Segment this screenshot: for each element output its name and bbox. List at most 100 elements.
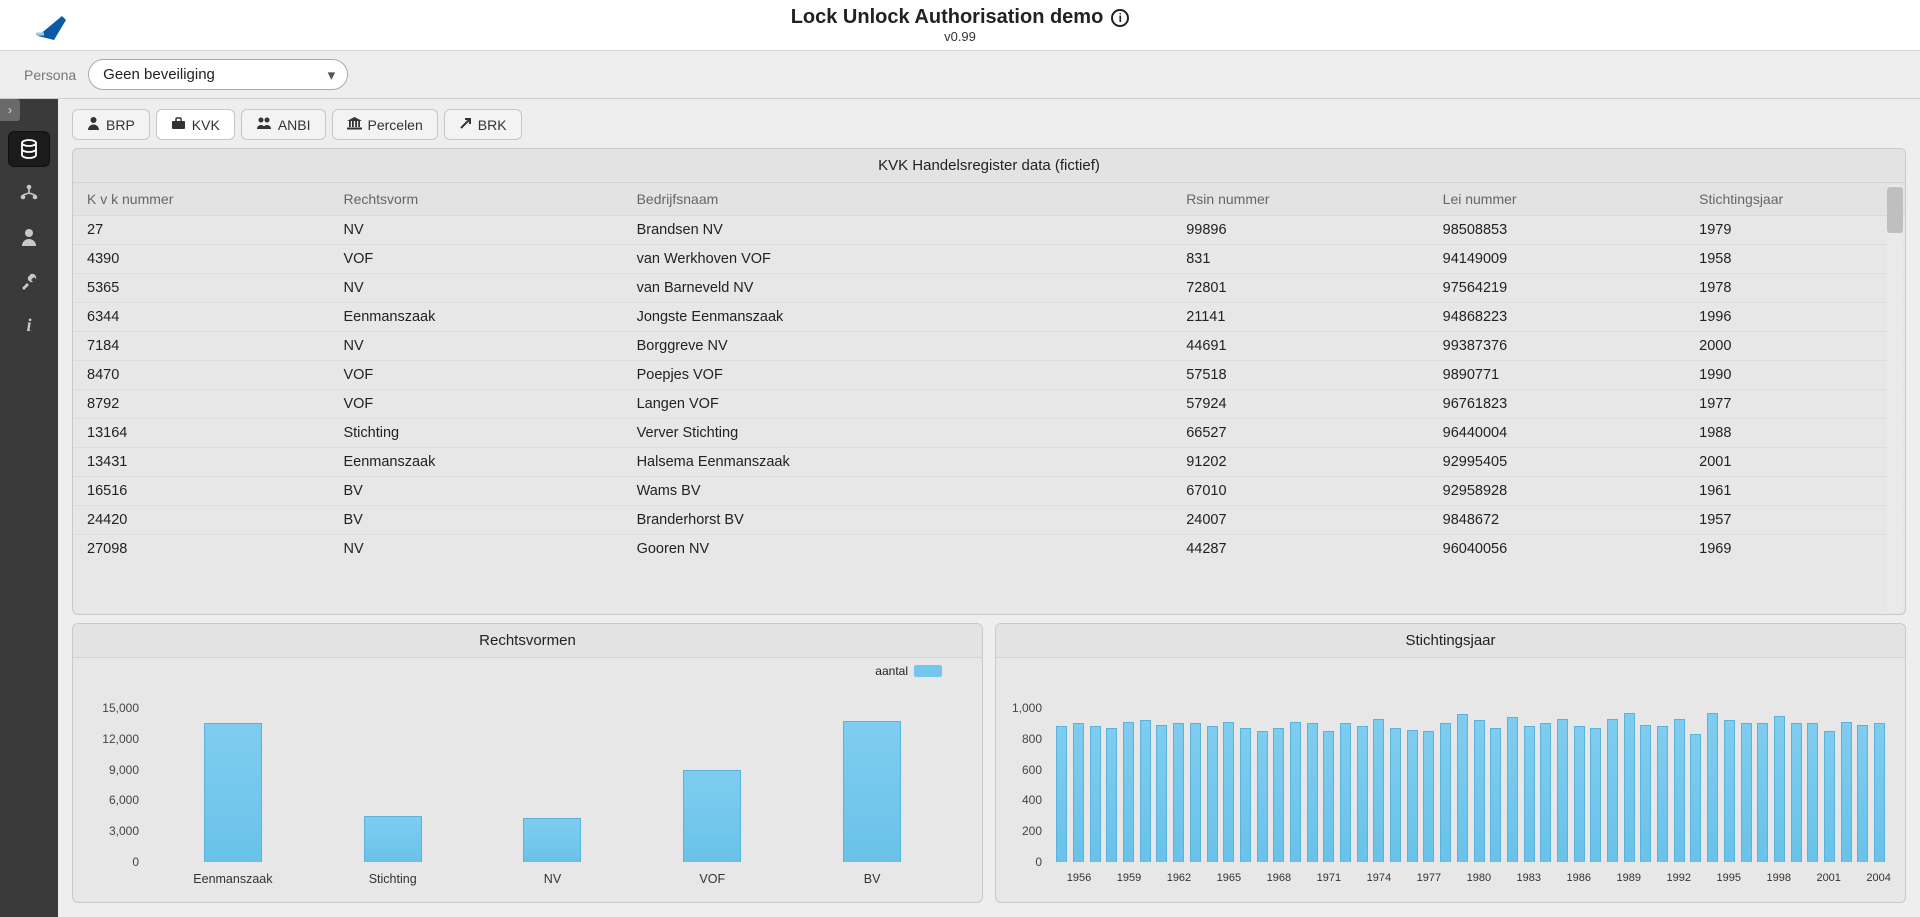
x-tick: 1959 [1117, 872, 1141, 884]
sidebar-item-org-icon[interactable] [8, 175, 50, 211]
bar[interactable] [683, 770, 741, 862]
table-cell: 92995405 [1429, 448, 1685, 477]
bar[interactable] [1340, 723, 1351, 862]
bar[interactable] [1223, 722, 1234, 862]
table-cell: 57518 [1172, 361, 1428, 390]
persona-select[interactable]: Geen beveiliging [88, 59, 348, 90]
col-header[interactable]: K v k nummer [73, 183, 329, 216]
bar[interactable] [1640, 725, 1651, 862]
bar[interactable] [1457, 714, 1468, 862]
table-scrollbar[interactable] [1887, 185, 1903, 612]
bar[interactable] [1407, 730, 1418, 862]
bar[interactable] [364, 816, 422, 862]
bar-slot [1104, 708, 1120, 862]
table-row[interactable]: 7184NVBorggreve NV44691993873762000 [73, 332, 1905, 361]
bar[interactable] [1557, 719, 1568, 862]
info-icon[interactable]: i [1111, 9, 1129, 27]
bar[interactable] [1807, 723, 1818, 862]
bar[interactable] [523, 818, 581, 862]
bar-slot [1655, 708, 1671, 862]
tabs: BRPKVKANBIPercelenBRK [72, 109, 1906, 140]
col-header[interactable]: Lei nummer [1429, 183, 1685, 216]
tab-kvk[interactable]: KVK [156, 109, 235, 140]
bar[interactable] [1741, 723, 1752, 862]
table-cell: 44691 [1172, 332, 1428, 361]
bar[interactable] [1574, 726, 1585, 862]
bar[interactable] [1624, 713, 1635, 862]
bar[interactable] [1841, 722, 1852, 862]
col-header[interactable]: Rsin nummer [1172, 183, 1428, 216]
bar[interactable] [1056, 726, 1067, 862]
bar[interactable] [1173, 723, 1184, 862]
bar[interactable] [1090, 726, 1101, 862]
bar[interactable] [1707, 713, 1718, 862]
bar[interactable] [1307, 723, 1318, 862]
bar[interactable] [1257, 731, 1268, 862]
bar[interactable] [1791, 723, 1802, 862]
bar[interactable] [1724, 720, 1735, 862]
bar[interactable] [1674, 719, 1685, 862]
table-row[interactable]: 27NVBrandsen NV99896985088531979 [73, 216, 1905, 245]
bar[interactable] [1290, 722, 1301, 862]
bar[interactable] [1540, 723, 1551, 862]
table-row[interactable]: 13431EenmanszaakHalsema Eenmanszaak91202… [73, 448, 1905, 477]
bar[interactable] [1490, 728, 1501, 862]
sidebar-collapse[interactable]: › [0, 99, 20, 121]
bar-slot [1521, 708, 1537, 862]
bar[interactable] [1373, 719, 1384, 862]
tab-percelen[interactable]: Percelen [332, 109, 438, 140]
bar[interactable] [1874, 723, 1885, 862]
table-row[interactable]: 5365NVvan Barneveld NV72801975642191978 [73, 274, 1905, 303]
col-header[interactable]: Bedrijfsnaam [623, 183, 1173, 216]
bar[interactable] [1190, 723, 1201, 862]
y-tick: 0 [72, 855, 139, 869]
col-header[interactable]: Stichtingsjaar [1685, 183, 1905, 216]
table-row[interactable]: 8792VOFLangen VOF57924967618231977 [73, 390, 1905, 419]
bar[interactable] [1207, 726, 1218, 862]
bar[interactable] [1323, 731, 1334, 862]
bar[interactable] [1774, 716, 1785, 862]
bar[interactable] [1273, 728, 1284, 862]
bar[interactable] [1156, 725, 1167, 862]
sidebar-item-data-icon[interactable] [8, 131, 50, 167]
bar[interactable] [1474, 720, 1485, 862]
bar[interactable] [1657, 726, 1668, 862]
tab-brp[interactable]: BRP [72, 109, 150, 140]
bar[interactable] [1423, 731, 1434, 862]
bar[interactable] [1507, 717, 1518, 862]
table-row[interactable]: 27098NVGooren NV44287960400561969 [73, 535, 1905, 564]
table-row[interactable]: 24420BVBranderhorst BV2400798486721957 [73, 506, 1905, 535]
bar[interactable] [1824, 731, 1835, 862]
bar[interactable] [1106, 728, 1117, 862]
bar[interactable] [843, 721, 901, 862]
bar[interactable] [204, 723, 262, 862]
bar[interactable] [1440, 723, 1451, 862]
col-header[interactable]: Rechtsvorm [329, 183, 622, 216]
bar[interactable] [1073, 723, 1084, 862]
bar[interactable] [1757, 723, 1768, 862]
bar[interactable] [1240, 728, 1251, 862]
table-row[interactable]: 4390VOFvan Werkhoven VOF831941490091958 [73, 245, 1905, 274]
bar[interactable] [1140, 720, 1151, 862]
bar[interactable] [1357, 726, 1368, 862]
table-cell: 96440004 [1429, 419, 1685, 448]
bar[interactable] [1690, 734, 1701, 862]
bar[interactable] [1123, 722, 1134, 862]
table-row[interactable]: 8470VOFPoepjes VOF5751898907711990 [73, 361, 1905, 390]
bar[interactable] [1524, 726, 1535, 862]
bar[interactable] [1857, 725, 1868, 862]
tab-anbi[interactable]: ANBI [241, 109, 326, 140]
table-row[interactable]: 6344EenmanszaakJongste Eenmanszaak211419… [73, 303, 1905, 332]
bar[interactable] [1590, 728, 1601, 862]
sidebar-item-tool-icon[interactable] [8, 263, 50, 299]
bar[interactable] [1390, 728, 1401, 862]
charts-row: Rechtsvormen aantal 03,0006,0009,00012,0… [72, 623, 1906, 903]
table-row[interactable]: 13164StichtingVerver Stichting6652796440… [73, 419, 1905, 448]
table-row[interactable]: 16516BVWams BV67010929589281961 [73, 477, 1905, 506]
scrollbar-thumb[interactable] [1887, 187, 1903, 233]
sidebar-item-info-icon[interactable]: i [8, 307, 50, 343]
chart1-legend: aantal [875, 664, 942, 678]
tab-brk[interactable]: BRK [444, 109, 522, 140]
sidebar-item-user-icon[interactable] [8, 219, 50, 255]
bar[interactable] [1607, 719, 1618, 862]
